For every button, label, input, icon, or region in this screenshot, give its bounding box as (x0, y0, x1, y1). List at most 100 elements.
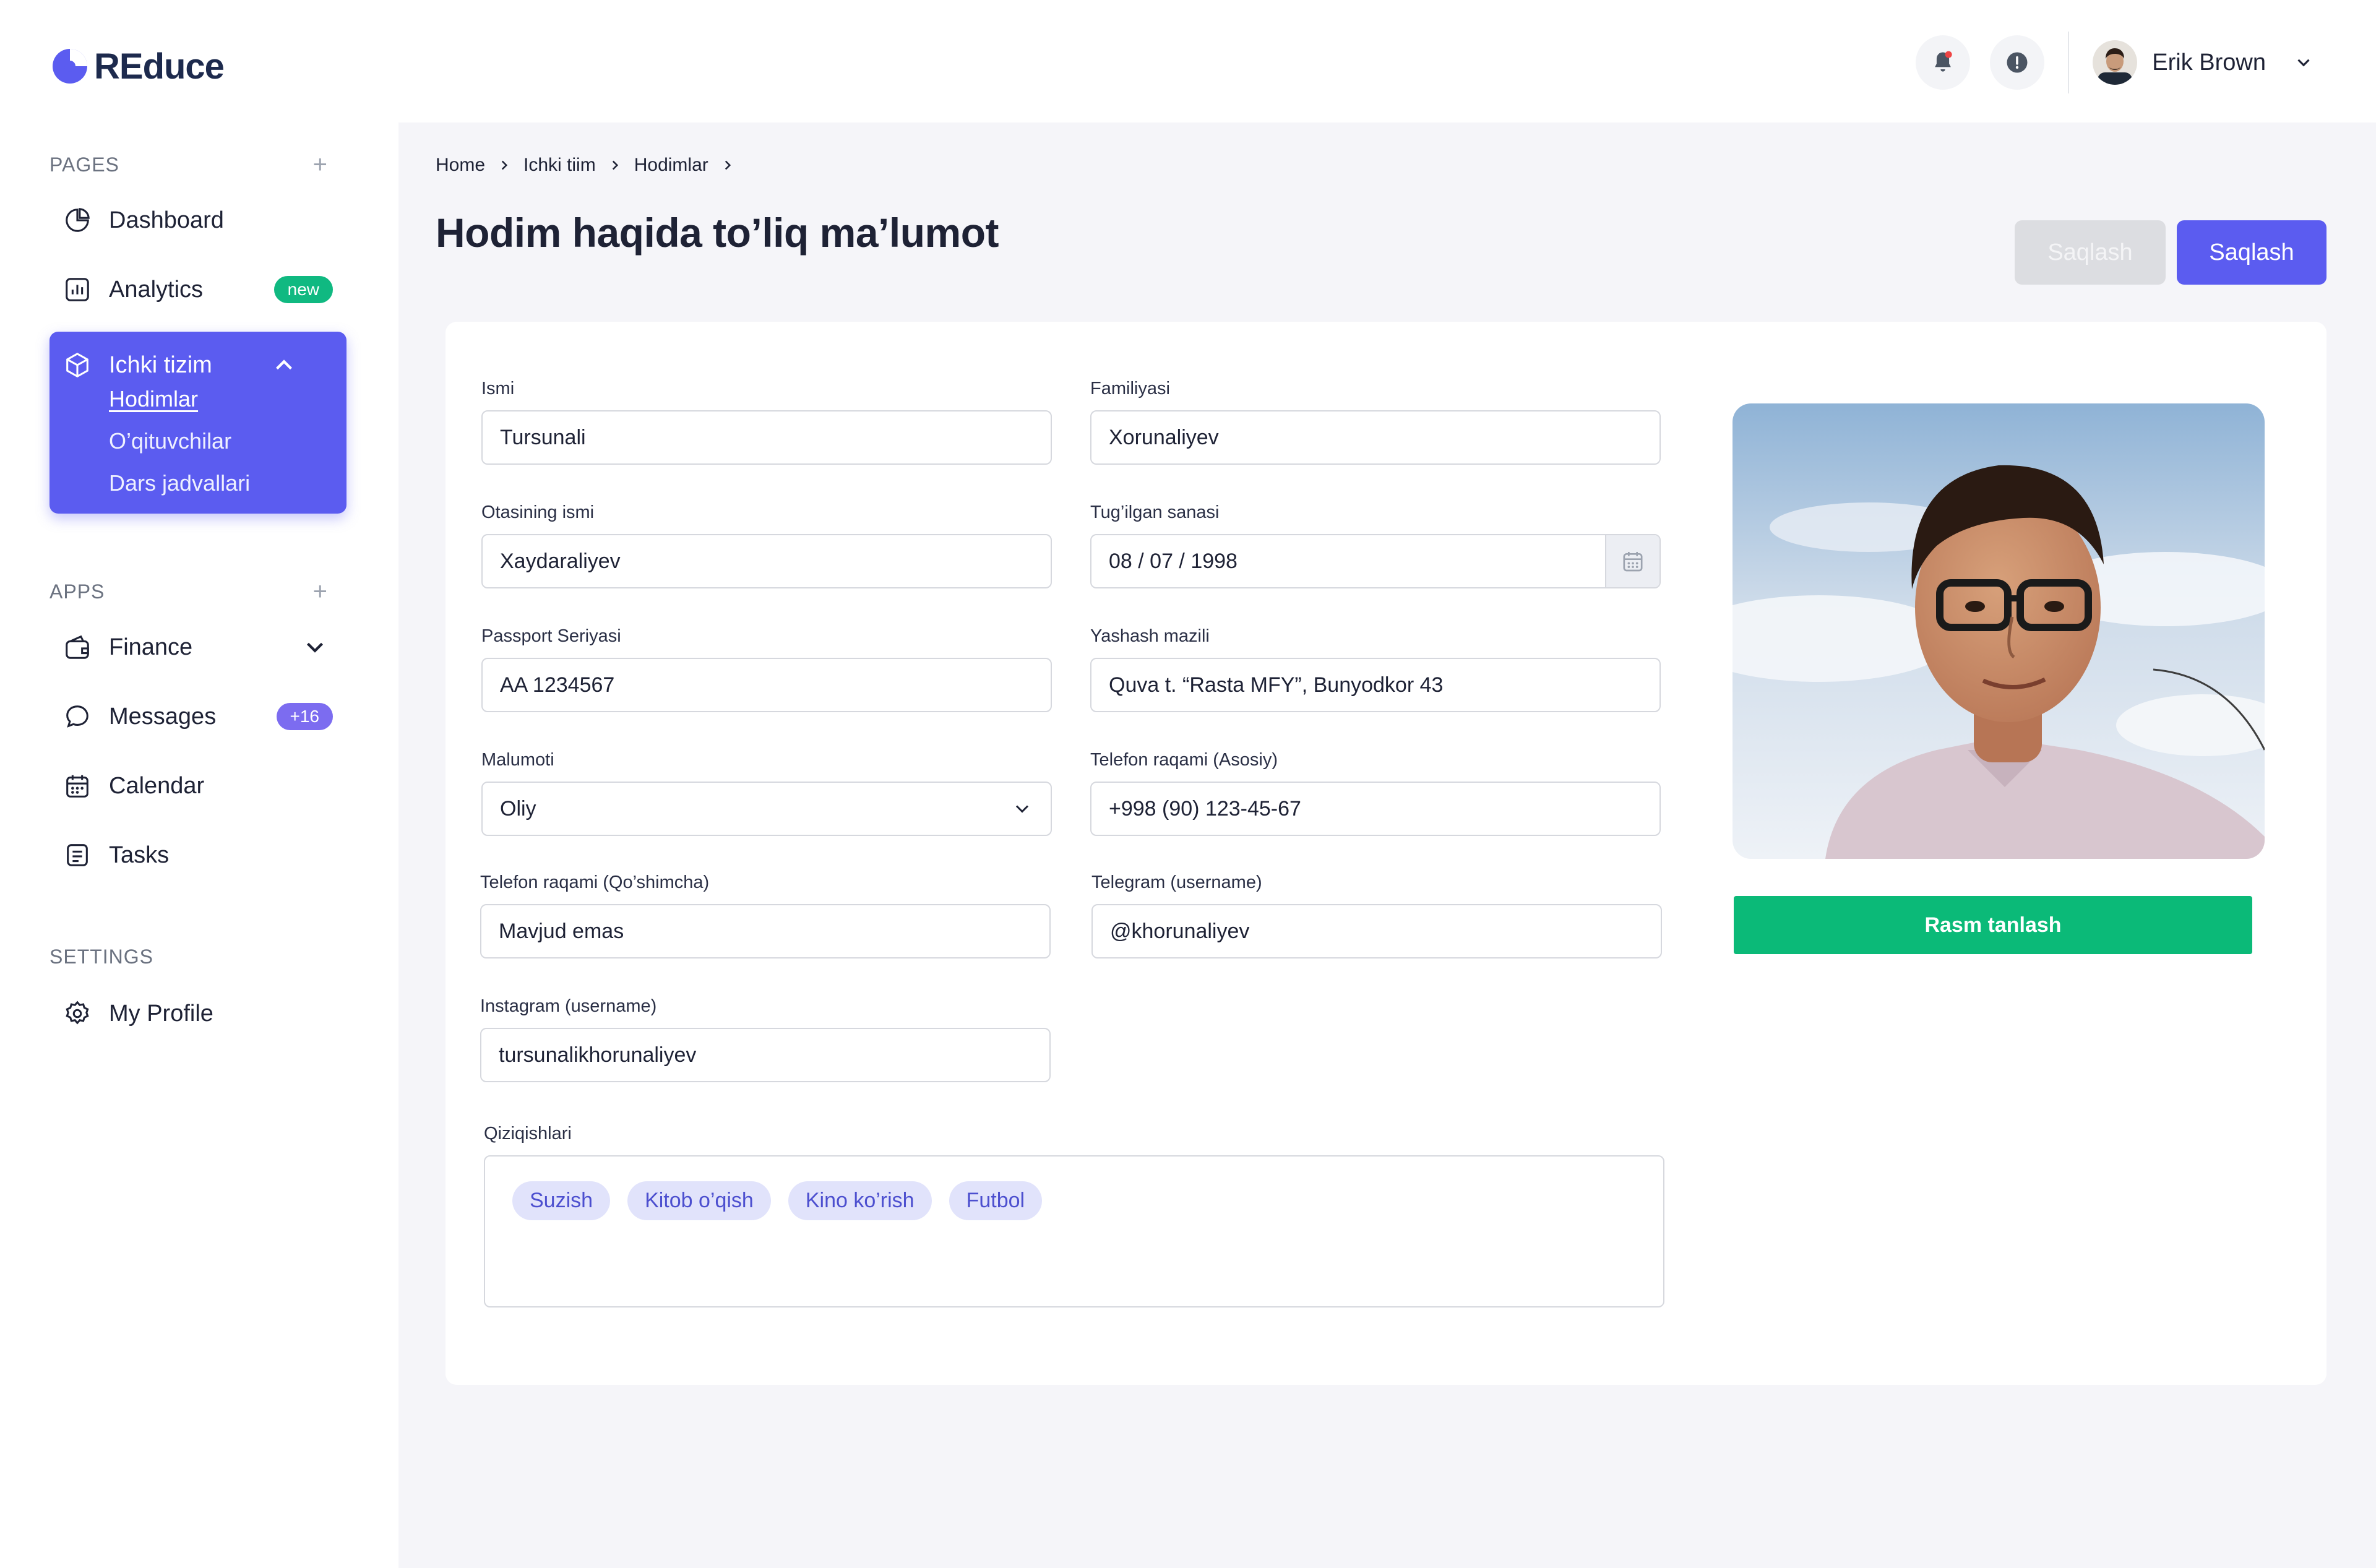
gear-icon (66, 1001, 89, 1025)
interests-input[interactable]: Suzish Kitob o’qish Kino ko’rish Futbol (484, 1155, 1664, 1307)
add-app-icon[interactable]: + (313, 578, 328, 606)
bar-chart-icon (66, 278, 89, 301)
topbar: Erik Brown (1916, 32, 2314, 93)
sidebar-item-ichki-tizim[interactable]: Ichki tizim (63, 347, 329, 384)
sidebar-item-messages[interactable]: Messages +16 (50, 691, 346, 743)
date-picker-button[interactable] (1605, 535, 1659, 587)
first-name-field: Ismi Tursunali (481, 379, 1052, 465)
telegram-label: Telegram (username) (1091, 872, 1262, 892)
phone-extra-input[interactable]: Mavjud emas (480, 904, 1051, 958)
sidebar-item-label: Finance (109, 634, 193, 660)
chevron-down-icon[interactable] (301, 633, 329, 661)
address-field: Yashash mazili Quva t. “Rasta MFY”, Buny… (1090, 626, 1661, 712)
calendar-icon (1623, 552, 1643, 572)
instagram-field: Instagram (username) tursunalikhorunaliy… (480, 996, 1051, 1082)
education-label: Malumoti (481, 750, 554, 770)
sidebar-item-calendar[interactable]: Calendar (50, 760, 346, 812)
employee-photo (1732, 403, 2265, 859)
sidebar-item-dashboard[interactable]: Dashboard (50, 194, 346, 246)
phone-extra-label: Telefon raqami (Qo’shimcha) (480, 872, 710, 892)
settings-section-header: SETTINGS (50, 946, 328, 968)
pages-heading: PAGES (50, 153, 119, 176)
cube-icon (66, 353, 88, 377)
save-button[interactable]: Saqlash (2177, 220, 2326, 285)
new-badge: new (273, 276, 333, 303)
user-menu[interactable]: Erik Brown (2093, 40, 2314, 85)
birth-date-label: Tug’ilgan sanasi (1090, 502, 1220, 522)
sidebar-item-label: Messages (109, 703, 217, 730)
phone-main-field: Telefon raqami (Asosiy) +998 (90) 123-45… (1090, 750, 1661, 836)
task-list-icon (67, 844, 88, 866)
last-name-value: Xorunaliyev (1109, 425, 1219, 449)
sidebar-subitem-hodimlar[interactable]: Hodimlar (109, 386, 198, 412)
pages-section-header: PAGES + (50, 151, 328, 179)
father-name-input[interactable]: Xaydaraliyev (481, 534, 1052, 588)
interest-tag[interactable]: Suzish (512, 1181, 611, 1220)
employee-form-card: Ismi Tursunali Familiyasi Xorunaliyev Ot… (446, 322, 2326, 1385)
sidebar-item-label: Dashboard (109, 207, 224, 233)
notifications-button[interactable] (1916, 35, 1971, 90)
interest-tag[interactable]: Kitob o’qish (627, 1181, 771, 1220)
birth-date-field: Tug’ilgan sanasi 08 / 07 / 1998 (1090, 502, 1661, 588)
phone-extra-value: Mavjud emas (499, 919, 624, 943)
sidebar-item-analytics[interactable]: Analytics new (50, 264, 346, 316)
phone-main-input[interactable]: +998 (90) 123-45-67 (1090, 782, 1661, 836)
telegram-field: Telegram (username) @khorunaliyev (1091, 872, 1662, 958)
sidebar-item-tasks[interactable]: Tasks (50, 829, 346, 881)
education-field: Malumoti Oliy (481, 750, 1052, 836)
sidebar-item-my-profile[interactable]: My Profile (50, 988, 346, 1040)
breadcrumb-ichki-tiim[interactable]: Ichki tiim (523, 155, 596, 176)
sidebar-item-finance[interactable]: Finance (50, 621, 346, 673)
father-name-field: Otasining ismi Xaydaraliyev (481, 502, 1052, 588)
chevron-up-icon[interactable] (270, 351, 298, 379)
address-label: Yashash mazili (1090, 626, 1210, 646)
sidebar-subitem-oqituvchilar[interactable]: O’qituvchilar (109, 428, 231, 454)
interest-tag[interactable]: Futbol (949, 1181, 1043, 1220)
father-name-label: Otasining ismi (481, 502, 595, 522)
sidebar-group-ichki-tizim: Ichki tizim Hodimlar O’qituvchilar Dars … (50, 332, 346, 514)
father-name-value: Xaydaraliyev (500, 549, 621, 573)
chevron-right-icon (612, 160, 618, 170)
instagram-input[interactable]: tursunalikhorunaliyev (480, 1028, 1051, 1082)
app-logo[interactable]: REduce (51, 45, 225, 88)
last-name-input[interactable]: Xorunaliyev (1090, 410, 1661, 465)
interests-label: Qiziqishlari (484, 1124, 572, 1144)
first-name-input[interactable]: Tursunali (481, 410, 1052, 465)
breadcrumb-home[interactable]: Home (436, 155, 485, 176)
birth-date-value: 08 / 07 / 1998 (1109, 549, 1238, 573)
birth-date-input[interactable]: 08 / 07 / 1998 (1090, 534, 1661, 588)
header-divider (2068, 32, 2070, 93)
education-value: Oliy (500, 796, 536, 821)
address-input[interactable]: Quva t. “Rasta MFY”, Bunyodkor 43 (1090, 658, 1661, 712)
education-select[interactable]: Oliy (481, 782, 1052, 836)
breadcrumb: Home Ichki tiim Hodimlar (436, 155, 736, 176)
passport-label: Passport Seriyasi (481, 626, 621, 646)
phone-extra-field: Telefon raqami (Qo’shimcha) Mavjud emas (480, 872, 1051, 958)
passport-input[interactable]: AA 1234567 (481, 658, 1052, 712)
chat-icon (66, 705, 88, 728)
add-page-icon[interactable]: + (313, 151, 328, 179)
settings-heading: SETTINGS (50, 946, 154, 968)
phone-main-label: Telefon raqami (Asosiy) (1090, 750, 1278, 770)
telegram-input[interactable]: @khorunaliyev (1091, 904, 1662, 958)
sidebar-item-label: Ichki tizim (109, 351, 212, 378)
avatar (2093, 40, 2138, 85)
last-name-field: Familiyasi Xorunaliyev (1090, 379, 1661, 465)
pie-chart-icon (66, 208, 90, 232)
save-button-disabled[interactable]: Saqlash (2015, 220, 2166, 285)
pick-photo-button[interactable]: Rasm tanlash (1734, 896, 2252, 954)
breadcrumb-hodimlar[interactable]: Hodimlar (634, 155, 708, 176)
sidebar-item-label: Analytics (109, 276, 204, 303)
user-name: Erik Brown (2152, 49, 2266, 75)
sidebar-subitem-dars-jadvallari[interactable]: Dars jadvallari (109, 470, 250, 496)
info-button[interactable] (1990, 35, 2045, 90)
chevron-down-icon (2297, 59, 2310, 67)
chevron-right-icon (501, 160, 508, 170)
messages-count-badge: +16 (276, 703, 333, 730)
main-content: Home Ichki tiim Hodimlar Hodim haqida to… (398, 123, 2376, 1568)
interest-tag[interactable]: Kino ko’rish (788, 1181, 932, 1220)
phone-main-value: +998 (90) 123-45-67 (1109, 796, 1301, 821)
user-avatar-image (2093, 40, 2138, 85)
telegram-value: @khorunaliyev (1110, 919, 1250, 943)
address-value: Quva t. “Rasta MFY”, Bunyodkor 43 (1109, 673, 1444, 697)
